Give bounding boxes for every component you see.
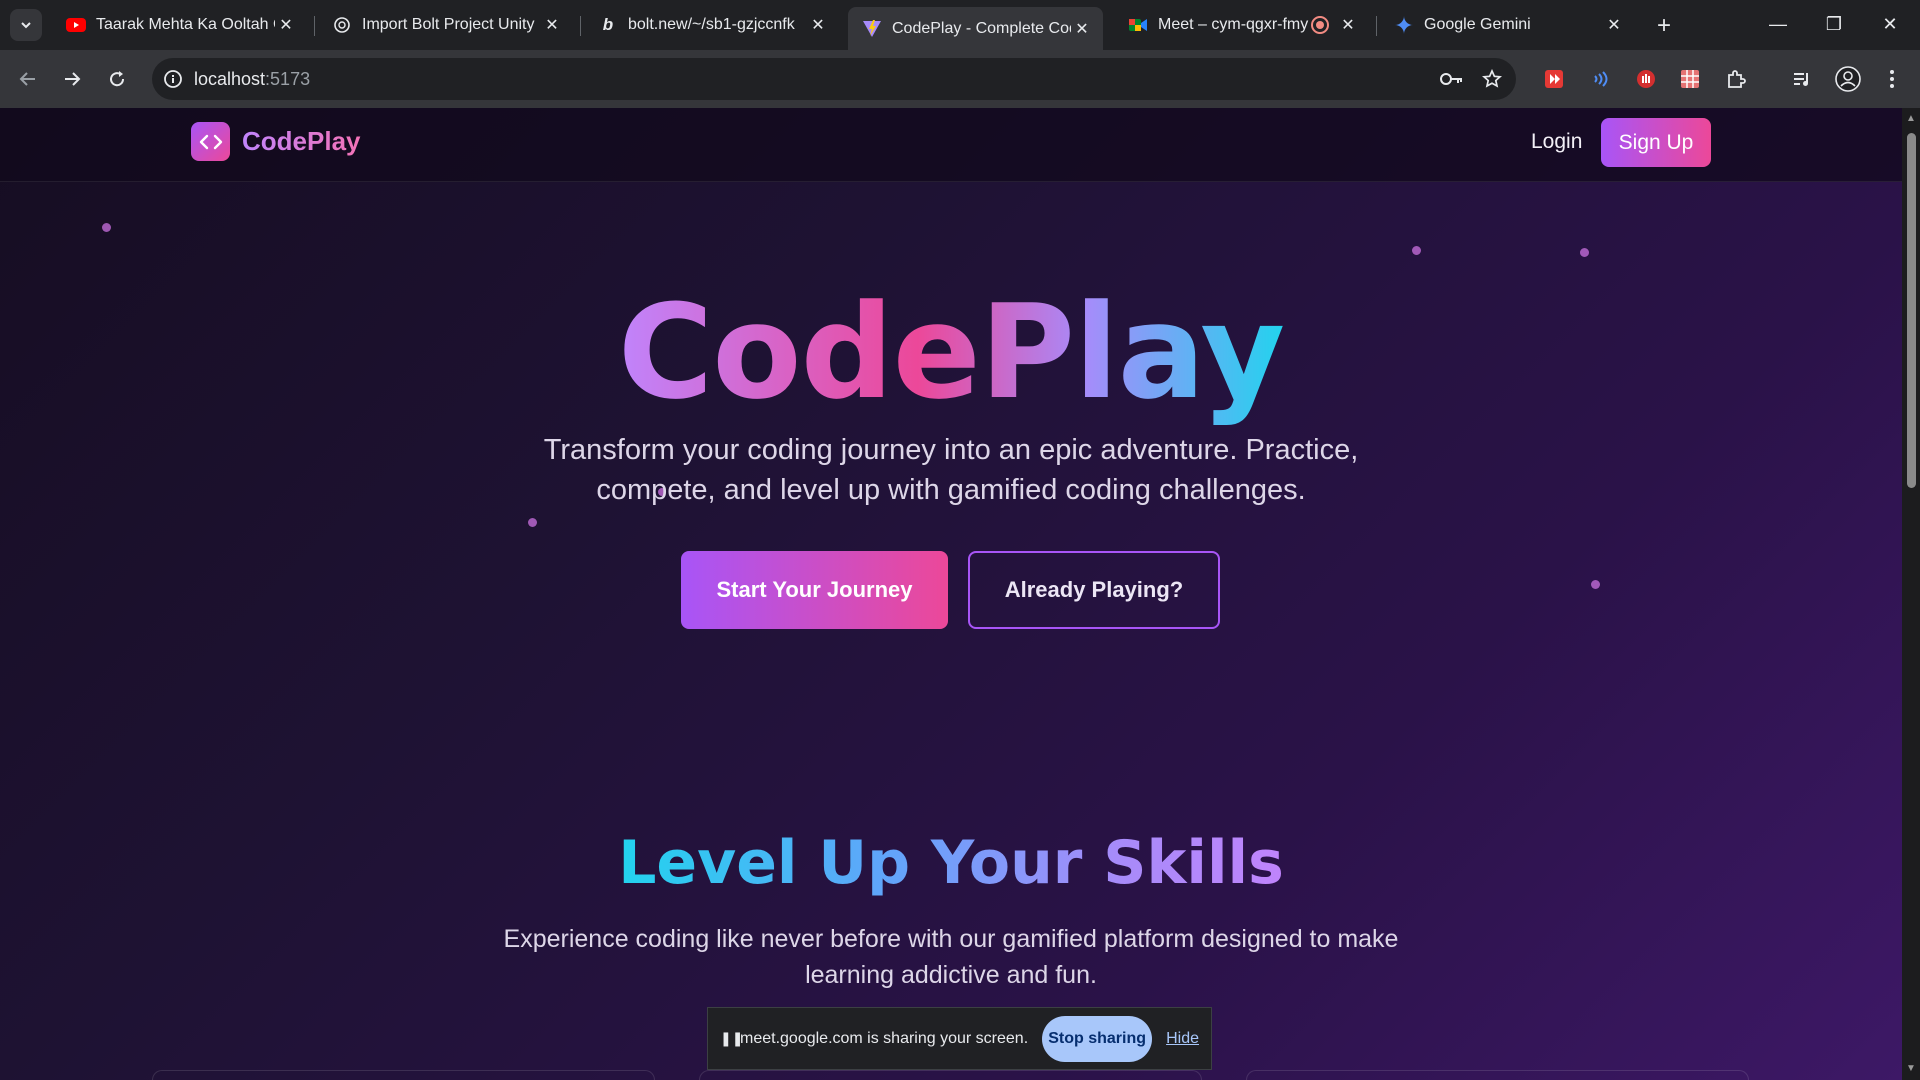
- brand-name: CodePlay: [242, 126, 361, 156]
- features-subtitle: Experience coding like never before with…: [503, 925, 1399, 989]
- code-brackets-icon: [191, 122, 230, 161]
- already-playing-button[interactable]: Already Playing?: [968, 551, 1220, 629]
- vite-icon: [862, 19, 882, 39]
- tab-title: bolt.new/~/sb1-gzjccnfk: [628, 16, 795, 33]
- site-info-icon[interactable]: [152, 58, 194, 100]
- close-icon[interactable]: ✕: [275, 14, 297, 36]
- extension-read-aloud-icon[interactable]: [1584, 63, 1616, 95]
- forward-button[interactable]: [56, 63, 88, 95]
- particle-dot: [1412, 246, 1421, 255]
- feature-card: [152, 1070, 655, 1080]
- drag-handle-icon[interactable]: ❚❚: [720, 1030, 743, 1047]
- restore-button[interactable]: ❐: [1806, 0, 1862, 48]
- share-message: meet.google.com is sharing your screen.: [740, 1029, 1029, 1047]
- back-button[interactable]: [12, 63, 44, 95]
- gemini-icon: [1394, 15, 1414, 35]
- reload-icon: [110, 71, 125, 87]
- tab-youtube[interactable]: Taarak Mehta Ka Ooltah Ch ✕: [52, 8, 307, 42]
- openai-icon: [332, 15, 352, 35]
- minimize-button[interactable]: —: [1750, 0, 1806, 48]
- feature-card: [699, 1070, 1202, 1080]
- login-link[interactable]: Login: [1531, 130, 1582, 154]
- feature-card: [1246, 1070, 1749, 1080]
- particle-dot: [1591, 580, 1600, 589]
- new-tab-button[interactable]: +: [1650, 12, 1678, 40]
- stop-sharing-button[interactable]: Stop sharing: [1042, 1015, 1153, 1062]
- close-icon: ✕: [1882, 13, 1898, 34]
- close-icon[interactable]: ✕: [541, 14, 563, 36]
- url-port: :5173: [265, 68, 311, 89]
- close-icon[interactable]: ✕: [1337, 14, 1359, 36]
- extensions-puzzle-icon[interactable]: [1720, 63, 1752, 95]
- back-arrow-icon: [19, 72, 35, 86]
- close-icon[interactable]: ✕: [1603, 14, 1625, 36]
- tab-title: Google Gemini: [1424, 16, 1531, 33]
- minimize-icon: —: [1769, 13, 1787, 34]
- hero-title-text: CodePlay: [617, 276, 1285, 428]
- reload-button[interactable]: [101, 63, 133, 95]
- google-meet-icon: [1128, 15, 1148, 35]
- signup-button[interactable]: Sign Up: [1601, 118, 1711, 167]
- brand-logo[interactable]: CodePlay: [191, 122, 361, 161]
- youtube-icon: [66, 15, 86, 35]
- tab-divider: [314, 16, 315, 36]
- tab-title: Import Bolt Project Unity: [362, 16, 535, 33]
- features-title: Level Up Your Skills: [0, 828, 1902, 898]
- close-icon[interactable]: ✕: [807, 14, 829, 36]
- bookmark-star-icon[interactable]: [1474, 58, 1510, 100]
- particle-dot: [1580, 248, 1589, 257]
- hide-share-bar-link[interactable]: Hide: [1166, 1030, 1199, 1048]
- tab-bolt[interactable]: b bolt.new/~/sb1-gzjccnfk ✕: [584, 8, 839, 42]
- plus-icon: +: [1656, 12, 1671, 39]
- tab-divider: [1376, 16, 1377, 36]
- tab-strip: Taarak Mehta Ka Ooltah Ch ✕ Import Bolt …: [0, 0, 1920, 50]
- particle-dot: [102, 223, 111, 232]
- forward-arrow-icon: [65, 72, 81, 86]
- browser-toolbar: localhost:5173: [0, 50, 1920, 108]
- tab-openai[interactable]: Import Bolt Project Unity ✕: [318, 8, 573, 42]
- screen-share-bar: ❚❚ meet.google.com is sharing your scree…: [707, 1007, 1212, 1070]
- hero-title: CodePlay: [0, 276, 1902, 428]
- browser-menu-icon[interactable]: [1876, 63, 1908, 95]
- profile-avatar-icon[interactable]: [1832, 63, 1864, 95]
- recording-icon: [1311, 16, 1329, 34]
- close-window-button[interactable]: ✕: [1862, 0, 1918, 48]
- tab-meet[interactable]: Meet – cym-qgxr-fmy ✕: [1114, 8, 1369, 42]
- page-viewport: CodePlay Login Sign Up CodePlay Transfor…: [0, 108, 1902, 1080]
- particle-dot: [528, 518, 537, 527]
- tab-search-button[interactable]: [10, 9, 42, 41]
- site-navbar: CodePlay Login Sign Up: [0, 108, 1902, 182]
- tab-title: Meet – cym-qgxr-fmy: [1158, 16, 1309, 33]
- tab-divider: [580, 16, 581, 36]
- media-controls-icon[interactable]: [1786, 63, 1818, 95]
- url-text: localhost:5173: [194, 69, 310, 90]
- tab-gemini[interactable]: Google Gemini ✕: [1380, 8, 1635, 42]
- extension-hand-icon[interactable]: [1630, 63, 1662, 95]
- features-title-text: Level Up Your Skills: [618, 828, 1284, 898]
- scroll-down-icon[interactable]: ▼: [1906, 1064, 1916, 1074]
- tab-title: CodePlay - Complete Codi: [892, 19, 1071, 37]
- url-host: localhost: [194, 68, 266, 89]
- page-scrollbar[interactable]: ▲ ▼: [1902, 108, 1920, 1080]
- hero-subtitle: Transform your coding journey into an ep…: [543, 434, 1359, 506]
- address-bar[interactable]: localhost:5173: [152, 58, 1516, 100]
- scroll-thumb[interactable]: [1907, 133, 1916, 488]
- extension-grid-icon[interactable]: [1674, 63, 1706, 95]
- extension-video-icon[interactable]: [1538, 63, 1570, 95]
- start-journey-button[interactable]: Start Your Journey: [681, 551, 948, 629]
- close-icon[interactable]: ✕: [1071, 18, 1093, 40]
- scroll-up-icon[interactable]: ▲: [1906, 114, 1916, 124]
- password-key-icon[interactable]: [1434, 58, 1470, 100]
- restore-icon: ❐: [1825, 13, 1843, 34]
- tab-codeplay[interactable]: CodePlay - Complete Codi ✕: [848, 7, 1103, 50]
- chevron-down-icon: [21, 22, 31, 29]
- tab-title: Taarak Mehta Ka Ooltah Ch: [96, 16, 275, 33]
- bolt-icon: b: [602, 15, 614, 34]
